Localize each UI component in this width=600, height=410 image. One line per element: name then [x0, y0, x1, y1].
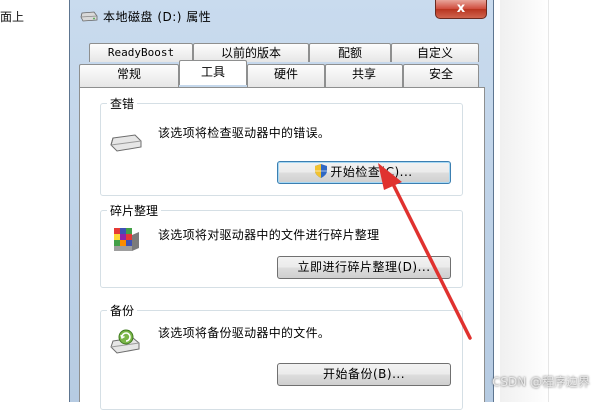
start-backup-button[interactable]: 开始备份(B)... — [277, 363, 451, 386]
start-backup-label: 开始备份(B)... — [322, 367, 406, 381]
tab-security[interactable]: 安全 — [403, 64, 479, 87]
defrag-icon — [114, 228, 139, 251]
tab-hardware[interactable]: 硬件 — [247, 64, 325, 87]
tab-tools[interactable]: 工具 — [179, 60, 247, 85]
watermark: CSDN @程序边界 — [491, 375, 590, 389]
close-button[interactable]: x — [435, 0, 487, 19]
backup-group: 备份 该选项将备份驱动器中的文件。 开始备份(B)... — [100, 302, 463, 410]
defrag-now-button[interactable]: 立即进行碎片整理(D)... — [277, 256, 451, 279]
start-check-button[interactable]: 开始检查(C)... — [277, 161, 451, 184]
tab-quota[interactable]: 配额 — [309, 43, 391, 62]
uac-shield-icon — [315, 164, 328, 178]
backup-label: 备份 — [107, 302, 138, 319]
error-check-description: 该选项将检查驱动器中的错误。 — [158, 126, 331, 140]
tab-sharing[interactable]: 共享 — [325, 64, 403, 87]
backup-description: 该选项将备份驱动器中的文件。 — [158, 326, 331, 340]
error-check-group: 查错 该选项将检查驱动器中的错误。 开始检查(C)... — [100, 95, 463, 196]
hard-drive-icon — [110, 134, 142, 152]
defrag-label: 碎片整理 — [107, 202, 162, 219]
tab-readyboost[interactable]: ReadyBoost — [89, 43, 193, 62]
defrag-group: 碎片整理 该选项将对驱动器中的文件进行碎片整理 立即进行碎片整理(D)... — [100, 202, 463, 288]
background-shadow — [500, 0, 550, 402]
defrag-description: 该选项将对驱动器中的文件进行碎片整理 — [158, 228, 380, 242]
close-icon: x — [456, 1, 466, 16]
drive-icon — [80, 11, 98, 22]
defrag-now-label: 立即进行碎片整理(D)... — [297, 260, 431, 274]
background-right-panel — [548, 0, 600, 402]
tab-general[interactable]: 常规 — [79, 64, 179, 87]
properties-window: 本地磁盘 (D:) 属性 x ReadyBoost 以前的版本 配额 自定义 常… — [69, 0, 494, 410]
title-bar[interactable]: 本地磁盘 (D:) 属性 x — [70, 0, 493, 36]
error-check-label: 查错 — [107, 95, 138, 112]
tools-panel: 查错 该选项将检查驱动器中的错误。 开始检查(C)... 碎片整理 该选项将对驱… — [79, 87, 485, 410]
background-desktop-text: 面上 — [0, 10, 25, 24]
start-check-label: 开始检查(C)... — [330, 165, 413, 179]
backup-icon — [110, 329, 140, 354]
tab-strip: ReadyBoost 以前的版本 配额 自定义 常规 工具 硬件 共享 安全 — [79, 43, 485, 87]
tab-customize[interactable]: 自定义 — [391, 43, 479, 62]
window-title: 本地磁盘 (D:) 属性 — [103, 10, 212, 24]
